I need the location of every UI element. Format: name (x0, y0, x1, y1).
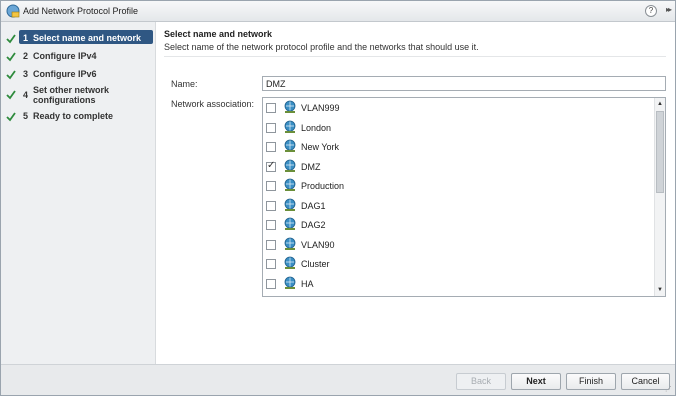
step-number: 2 (23, 51, 29, 61)
back-button[interactable]: Back (456, 373, 506, 390)
step-label: Configure IPv4 (33, 51, 97, 61)
check-icon (6, 112, 16, 122)
network-list-item[interactable]: HA (263, 274, 653, 293)
next-button[interactable]: Next (511, 373, 561, 390)
network-name: HA (301, 278, 314, 289)
network-list-item[interactable]: Production (263, 176, 653, 195)
scroll-down-icon[interactable]: ▼ (657, 287, 663, 293)
help-icon[interactable]: ? (645, 5, 657, 17)
network-name: New York (301, 142, 340, 152)
network-icon (284, 198, 296, 211)
scroll-up-icon[interactable]: ▲ (657, 101, 663, 107)
network-list-item[interactable]: New York (263, 137, 653, 156)
network-icon (284, 100, 296, 113)
step-label: Select name and network (33, 33, 142, 43)
network-checkbox[interactable] (266, 259, 276, 269)
network-checkbox[interactable]: ✓ (266, 159, 276, 172)
expand-icon[interactable]: ▸▸ (666, 5, 672, 14)
wizard-footer: Back Next Finish Cancel ⋰ (1, 364, 675, 395)
step-number: 4 (23, 90, 29, 100)
wizard-steps-sidebar: 1 Select name and network 2 Configure IP… (1, 22, 156, 364)
network-name: Production (301, 181, 345, 191)
network-name: DAG2 (301, 220, 326, 230)
network-icon (284, 178, 296, 191)
network-checkbox[interactable] (266, 103, 276, 113)
step-label: Configure IPv6 (33, 69, 97, 79)
network-checkbox[interactable] (266, 181, 276, 191)
section-description: Select name of the network protocol prof… (164, 42, 479, 52)
checkmark-icon: ✓ (267, 159, 276, 171)
network-name: DAG1 (301, 200, 326, 211)
network-name: London (301, 122, 332, 133)
network-list-item[interactable]: ✓ DMZ (263, 157, 653, 176)
cancel-button[interactable]: Cancel (621, 373, 670, 390)
check-icon (6, 34, 16, 44)
network-list-item[interactable]: VLAN999 (263, 98, 653, 117)
section-title: Select name and network (164, 29, 273, 39)
step-label: Ready to complete (33, 111, 114, 121)
network-association-list[interactable]: VLAN999 London New York ✓ DMZ Production DAG1 D… (262, 97, 666, 297)
network-checkbox[interactable] (266, 200, 276, 211)
network-checkbox[interactable] (266, 278, 276, 289)
network-name: VLAN90 (301, 239, 335, 250)
step-label: Set other network configurations (33, 85, 110, 105)
step-number: 5 (23, 111, 29, 121)
network-checkbox[interactable] (266, 239, 276, 250)
network-list-item[interactable]: Cluster (263, 254, 653, 273)
scrollbar[interactable]: ▲ ▼ (654, 98, 665, 296)
network-icon (284, 256, 296, 269)
step-number: 1 (23, 33, 29, 43)
network-checkbox[interactable] (266, 122, 276, 133)
network-association-label: Network association: (171, 99, 255, 109)
wizard-dialog: Add Network Protocol Profile ? ▸▸ 1 Sele… (0, 0, 676, 396)
network-profile-icon (6, 4, 20, 18)
network-name: VLAN999 (301, 103, 340, 113)
network-icon (284, 276, 296, 289)
network-icon (284, 159, 296, 172)
name-input[interactable] (262, 76, 666, 91)
network-checkbox[interactable] (266, 220, 276, 230)
check-icon (6, 70, 16, 80)
network-list-item[interactable]: VLAN90 (263, 235, 653, 254)
scrollbar-thumb[interactable] (656, 111, 664, 193)
resize-grip-icon[interactable]: ⋰ (665, 385, 673, 393)
finish-button[interactable]: Finish (566, 373, 616, 390)
wizard-content: Select name and network Select name of t… (157, 22, 675, 364)
title-bar: Add Network Protocol Profile ? ▸▸ (1, 1, 675, 22)
network-list-item[interactable]: DAG2 (263, 215, 653, 234)
network-list-item[interactable]: DAG1 (263, 196, 653, 215)
network-name: Cluster (301, 259, 330, 269)
network-checkbox[interactable] (266, 142, 276, 152)
name-label: Name: (171, 79, 198, 89)
window-title: Add Network Protocol Profile (23, 6, 139, 16)
network-name: DMZ (301, 161, 321, 172)
network-list-item[interactable]: London (263, 118, 653, 137)
check-icon (6, 90, 16, 100)
network-icon (284, 217, 296, 230)
network-icon (284, 237, 296, 250)
network-icon (284, 120, 296, 133)
network-icon (284, 139, 296, 152)
divider (164, 56, 666, 57)
check-icon (6, 52, 16, 62)
step-number: 3 (23, 69, 29, 79)
